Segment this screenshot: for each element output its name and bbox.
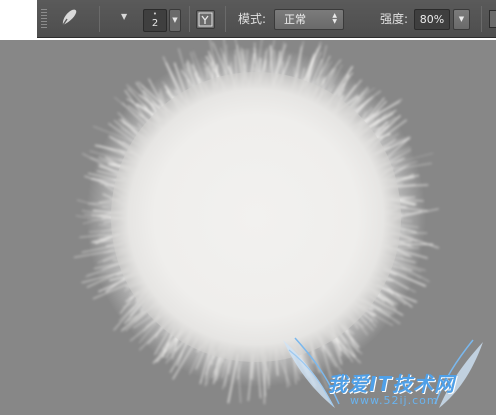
sample-all-layers-checkbox[interactable]	[489, 10, 496, 28]
separator	[225, 6, 226, 32]
panel-grip-handle[interactable]	[41, 9, 47, 29]
watermark-title: 我爱IT技术网	[327, 372, 456, 396]
mode-label: 模式:	[238, 12, 267, 26]
tool-preset-caret-icon[interactable]: ▼	[121, 12, 127, 21]
separator	[189, 6, 190, 32]
document-canvas[interactable]	[0, 40, 496, 415]
watermark-url: www.52ij.com	[350, 394, 439, 407]
brush-panel-icon	[198, 12, 213, 27]
strength-slider-caret-icon[interactable]: ▼	[453, 9, 470, 30]
brush-dot-icon: •	[152, 10, 158, 18]
brush-picker-caret-icon[interactable]: ▼	[169, 9, 181, 32]
mode-select-value: 正常	[284, 13, 306, 26]
strength-label: 强度:	[380, 12, 409, 26]
updown-arrows-icon: ▲ ▼	[332, 12, 337, 25]
separator	[99, 6, 100, 32]
smudge-tool-icon[interactable]	[58, 7, 82, 29]
brush-panel-toggle-button[interactable]	[196, 10, 215, 29]
mode-select[interactable]: 正常 ▲ ▼	[274, 9, 344, 30]
strength-input[interactable]: 80%	[414, 9, 450, 30]
separator	[481, 6, 482, 32]
tool-options-bar: ▼ • 2 ▼ 模式: 正常 ▲ ▼ 强度: 80% ▼	[37, 0, 496, 38]
brush-size-picker[interactable]: • 2	[143, 9, 167, 32]
brush-size-value: 2	[151, 18, 159, 29]
